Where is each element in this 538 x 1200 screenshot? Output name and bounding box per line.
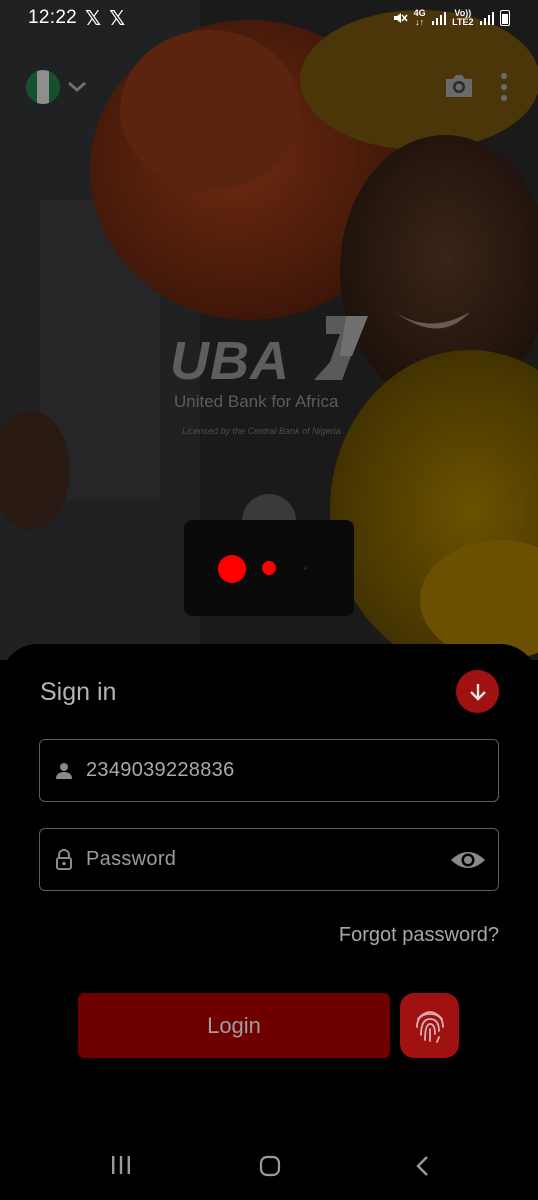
lock-icon: [42, 848, 86, 871]
loading-dot: [218, 555, 246, 583]
person-icon: [42, 761, 86, 781]
phone-input[interactable]: [86, 740, 498, 801]
back-button[interactable]: [412, 1154, 434, 1183]
network-volte: Vo)) LTE2: [452, 8, 474, 27]
system-nav-bar: [0, 1140, 538, 1200]
signin-sheet: Sign in 2349039228836 Forgot password? L…: [0, 644, 538, 1200]
brand-tagline: United Bank for Africa: [174, 392, 339, 411]
x-logo-icon: 𝕏: [85, 6, 102, 30]
nigeria-flag-icon: [26, 70, 60, 104]
chevron-down-icon: [68, 81, 86, 92]
phone-field[interactable]: [39, 739, 499, 802]
uba-wordmark: UBA: [170, 331, 290, 391]
camera-icon: [446, 75, 472, 97]
biometric-login-button[interactable]: [400, 993, 459, 1058]
status-time: 12:22: [28, 7, 78, 28]
back-icon: [416, 1156, 428, 1176]
toggle-password-visibility[interactable]: [438, 848, 498, 872]
country-selector[interactable]: [26, 70, 88, 104]
mute-icon: [393, 13, 408, 23]
uba-logo-mark-icon: [314, 316, 368, 380]
signal-icon: [431, 11, 447, 25]
signal-icon: [479, 11, 494, 25]
loading-dot: [262, 561, 276, 575]
signin-title: Sign in: [40, 678, 117, 706]
network-4g: 4G ↓↑: [413, 8, 426, 27]
license-text: Licensed by the Central Bank of Nigeria: [182, 426, 341, 436]
eye-icon: [451, 851, 485, 868]
home-icon: [259, 1155, 281, 1177]
recent-apps-button[interactable]: [110, 1154, 132, 1181]
password-field[interactable]: [39, 828, 499, 891]
recent-apps-icon: [112, 1156, 130, 1174]
more-vert-icon: [501, 73, 507, 101]
battery-icon: [500, 10, 510, 26]
x-logo-icon: 𝕏: [109, 6, 126, 30]
more-options-button[interactable]: [496, 72, 512, 107]
loading-dot: [304, 567, 307, 570]
camera-button[interactable]: [444, 72, 474, 105]
fingerprint-icon: [415, 1010, 444, 1043]
collapse-sheet-button[interactable]: [456, 670, 499, 713]
password-input[interactable]: [86, 829, 438, 890]
forgot-password-link[interactable]: Forgot password?: [339, 924, 499, 947]
status-bar: 12:22 𝕏 𝕏 4G ↓↑ Vo)) LTE2: [0, 0, 538, 36]
home-button[interactable]: [258, 1154, 282, 1183]
login-button[interactable]: Login: [78, 993, 390, 1058]
arrow-down-icon: [469, 683, 486, 701]
loading-indicator: [184, 520, 354, 616]
